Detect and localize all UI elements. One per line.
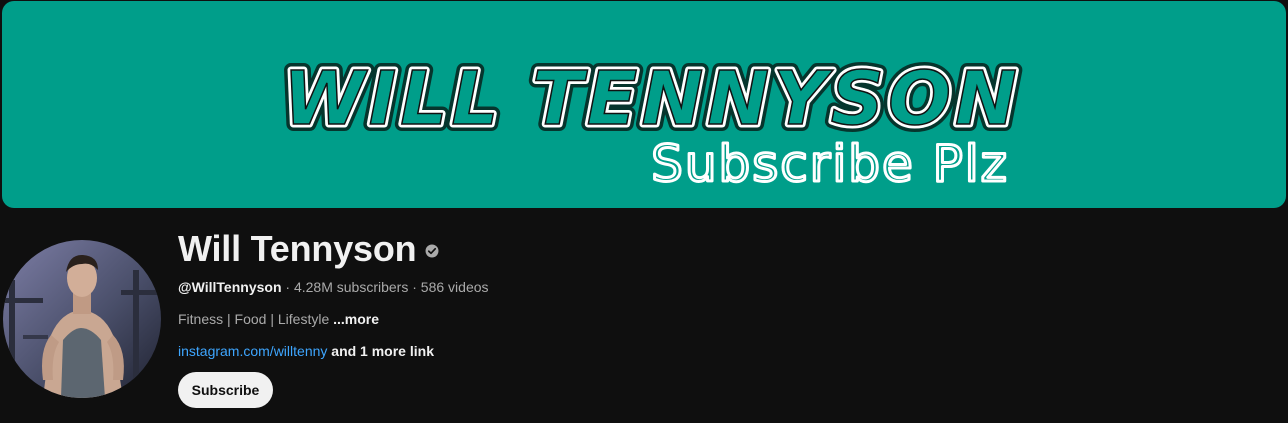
description-more-link[interactable]: ...more — [333, 311, 379, 327]
channel-page: WILL TENNYSON WILL TENNYSON WILL TENNYSO… — [0, 0, 1288, 423]
banner-art: WILL TENNYSON WILL TENNYSON WILL TENNYSO… — [2, 1, 1286, 208]
channel-name-row: Will Tennyson — [178, 226, 1078, 272]
channel-name: Will Tennyson — [178, 228, 417, 269]
video-count: 586 videos — [420, 279, 489, 295]
description-text: Fitness | Food | Lifestyle — [178, 311, 330, 327]
subscriber-count: 4.28M subscribers — [293, 279, 409, 295]
channel-links: instagram.com/willtenny and 1 more link — [178, 341, 1078, 361]
more-links-button[interactable]: and 1 more link — [331, 343, 434, 359]
banner-subtitle: Subscribe Plz — [651, 135, 1009, 193]
channel-handle: @WillTennyson — [178, 279, 282, 295]
instagram-link[interactable]: instagram.com/willtenny — [178, 343, 327, 359]
banner-title-inner-stroke: WILL TENNYSON — [283, 56, 1021, 142]
meta-separator: · — [412, 279, 417, 295]
channel-banner: WILL TENNYSON WILL TENNYSON WILL TENNYSO… — [2, 1, 1286, 208]
channel-info: Will Tennyson @WillTennyson · 4.28M subs… — [178, 226, 1078, 361]
channel-avatar[interactable] — [3, 240, 161, 398]
channel-meta: @WillTennyson · 4.28M subscribers · 586 … — [178, 277, 1078, 297]
avatar-image — [3, 240, 161, 398]
subscribe-button[interactable]: Subscribe — [178, 372, 273, 408]
verified-check-icon — [425, 244, 439, 258]
meta-separator: · — [285, 279, 291, 295]
channel-description[interactable]: Fitness | Food | Lifestyle ...more — [178, 309, 1078, 329]
